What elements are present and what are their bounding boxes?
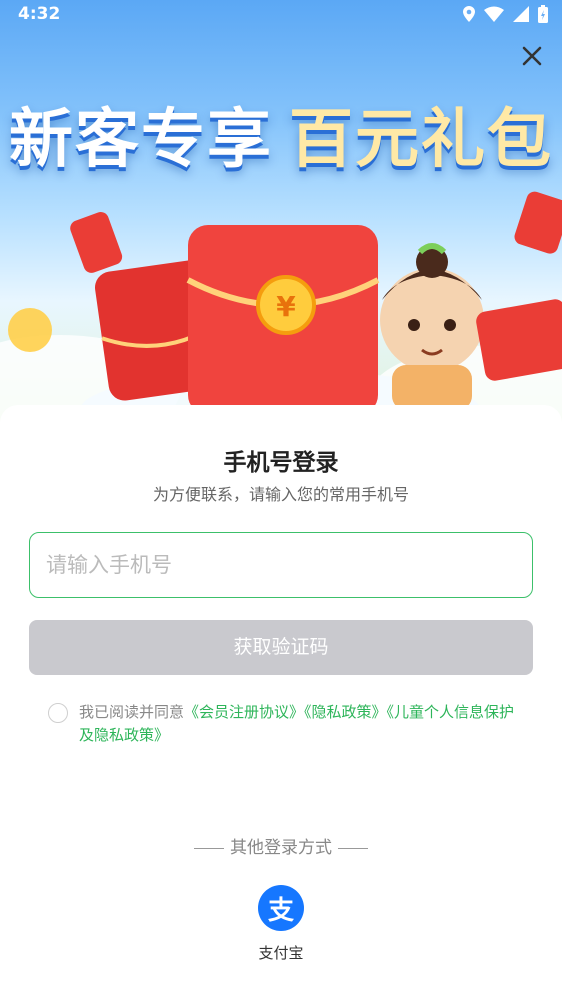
headline-new-customer: 新客专享	[9, 103, 273, 177]
alipay-icon: 支	[267, 895, 294, 926]
agree-checkbox[interactable]	[48, 703, 68, 723]
status-time: 4:32	[18, 4, 61, 24]
agreement: 我已阅读并同意《会员注册协议》《隐私政策》《儿童个人信息保护及隐私政策》	[48, 701, 528, 747]
status-bar: 4:32	[0, 0, 562, 28]
other-login-divider: 其他登录方式	[0, 833, 562, 858]
close-icon	[522, 46, 542, 66]
status-icons	[463, 5, 548, 23]
alipay-label: 支付宝	[258, 944, 304, 962]
other-login-label: 其他登录方式	[230, 838, 332, 858]
battery-icon	[538, 5, 548, 23]
banner-illustration: ¥	[0, 191, 562, 430]
svg-text:¥: ¥	[276, 290, 296, 323]
page-subtitle: 为方便联系，请输入您的常用手机号	[152, 485, 409, 504]
location-icon	[463, 6, 475, 22]
promo-headline: 新客专享 百元礼包	[0, 88, 562, 180]
wifi-icon	[484, 6, 504, 22]
phone-input[interactable]	[29, 532, 533, 598]
close-button[interactable]	[518, 42, 546, 70]
divider-line-left	[194, 847, 224, 849]
link-privacy-policy[interactable]: 《隐私政策》	[304, 703, 387, 721]
agreement-text: 我已阅读并同意《会员注册协议》《隐私政策》《儿童个人信息保护及隐私政策》	[79, 701, 528, 747]
agreement-prefix: 我已阅读并同意	[79, 703, 185, 721]
get-code-button[interactable]: 获取验证码	[29, 620, 533, 675]
alipay-login-button[interactable]: 支	[258, 885, 304, 931]
promo-banner: ¥ 4:32 新客专享 百元礼包	[0, 0, 562, 430]
signal-icon	[513, 6, 529, 22]
link-member-agreement[interactable]: 《会员注册协议》	[184, 703, 304, 721]
login-card: 手机号登录 为方便联系，请输入您的常用手机号 获取验证码 我已阅读并同意《会员注…	[0, 405, 562, 1000]
page-title: 手机号登录	[223, 450, 339, 476]
divider-line-right	[338, 847, 368, 849]
headline-gift-pack: 百元礼包	[289, 103, 553, 177]
